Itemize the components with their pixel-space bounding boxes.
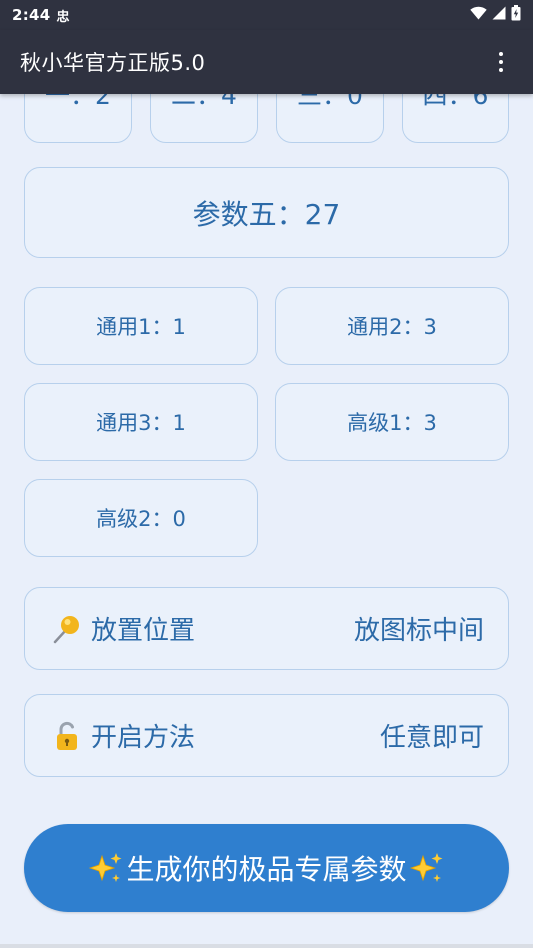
open-method-label: 开启方法 [91, 723, 196, 753]
param-card-2[interactable]: 二：4 [150, 94, 258, 143]
grid-label: 高级2：0 [96, 507, 186, 531]
status-icons [470, 5, 521, 25]
grid-label: 通用2：3 [347, 315, 437, 339]
content-scroll[interactable]: 一：2 二：4 三：0 四：6 参数五：27 通用1：1 通用2：3 通用3：1… [0, 94, 533, 948]
battery-icon [511, 5, 521, 25]
sparkles-icon [88, 850, 124, 886]
more-vert-icon [499, 52, 503, 56]
param-card-3[interactable]: 三：0 [276, 94, 384, 143]
grid-label: 高级1：3 [347, 411, 437, 435]
grid-card-advanced-1[interactable]: 高级1：3 [275, 383, 509, 461]
placement-label: 放置位置 [91, 616, 196, 646]
generate-button-label: 生成你的极品专属参数 [126, 853, 407, 886]
pushpin-icon [51, 613, 83, 645]
param-label: 三：0 [297, 94, 363, 110]
param-label: 四：6 [422, 94, 489, 110]
grid-card-general-2[interactable]: 通用2：3 [275, 287, 509, 365]
open-method-left: 开启方法 [51, 717, 195, 754]
app-bar: 秋小华官方正版5.0 [0, 30, 533, 94]
app-title: 秋小华官方正版5.0 [20, 51, 206, 75]
param-label: 二：4 [171, 94, 237, 110]
param5-label: 参数五：27 [192, 197, 341, 231]
overflow-menu-button[interactable] [489, 42, 513, 82]
wifi-icon [470, 6, 487, 24]
param-card-4[interactable]: 四：6 [402, 94, 509, 143]
grid-card-general-1[interactable]: 通用1：1 [24, 287, 258, 365]
generate-params-button[interactable]: 生成你的极品专属参数 [24, 824, 509, 912]
navigation-bar [0, 944, 533, 948]
grid-label: 通用1：1 [96, 315, 186, 339]
unlock-icon [51, 720, 83, 752]
open-method-value: 任意即可 [379, 723, 484, 753]
sparkles-icon [409, 850, 445, 886]
param-label: 一：2 [45, 94, 111, 110]
param-card-1[interactable]: 一：2 [24, 94, 132, 143]
notification-icon: 忠 [56, 9, 70, 25]
placement-value: 放图标中间 [353, 616, 484, 646]
status-time: 2:44 [12, 6, 51, 24]
status-bar: 2:44 忠 [0, 0, 533, 30]
param5-card[interactable]: 参数五：27 [24, 167, 509, 258]
placement-left: 放置位置 [51, 610, 195, 647]
signal-icon [492, 6, 506, 24]
placement-card[interactable]: 放置位置 放图标中间 [24, 587, 509, 670]
grid-label: 通用3：1 [96, 411, 186, 435]
grid-card-general-3[interactable]: 通用3：1 [24, 383, 258, 461]
open-method-card[interactable]: 开启方法 任意即可 [24, 694, 509, 777]
grid-card-advanced-2[interactable]: 高级2：0 [24, 479, 258, 557]
